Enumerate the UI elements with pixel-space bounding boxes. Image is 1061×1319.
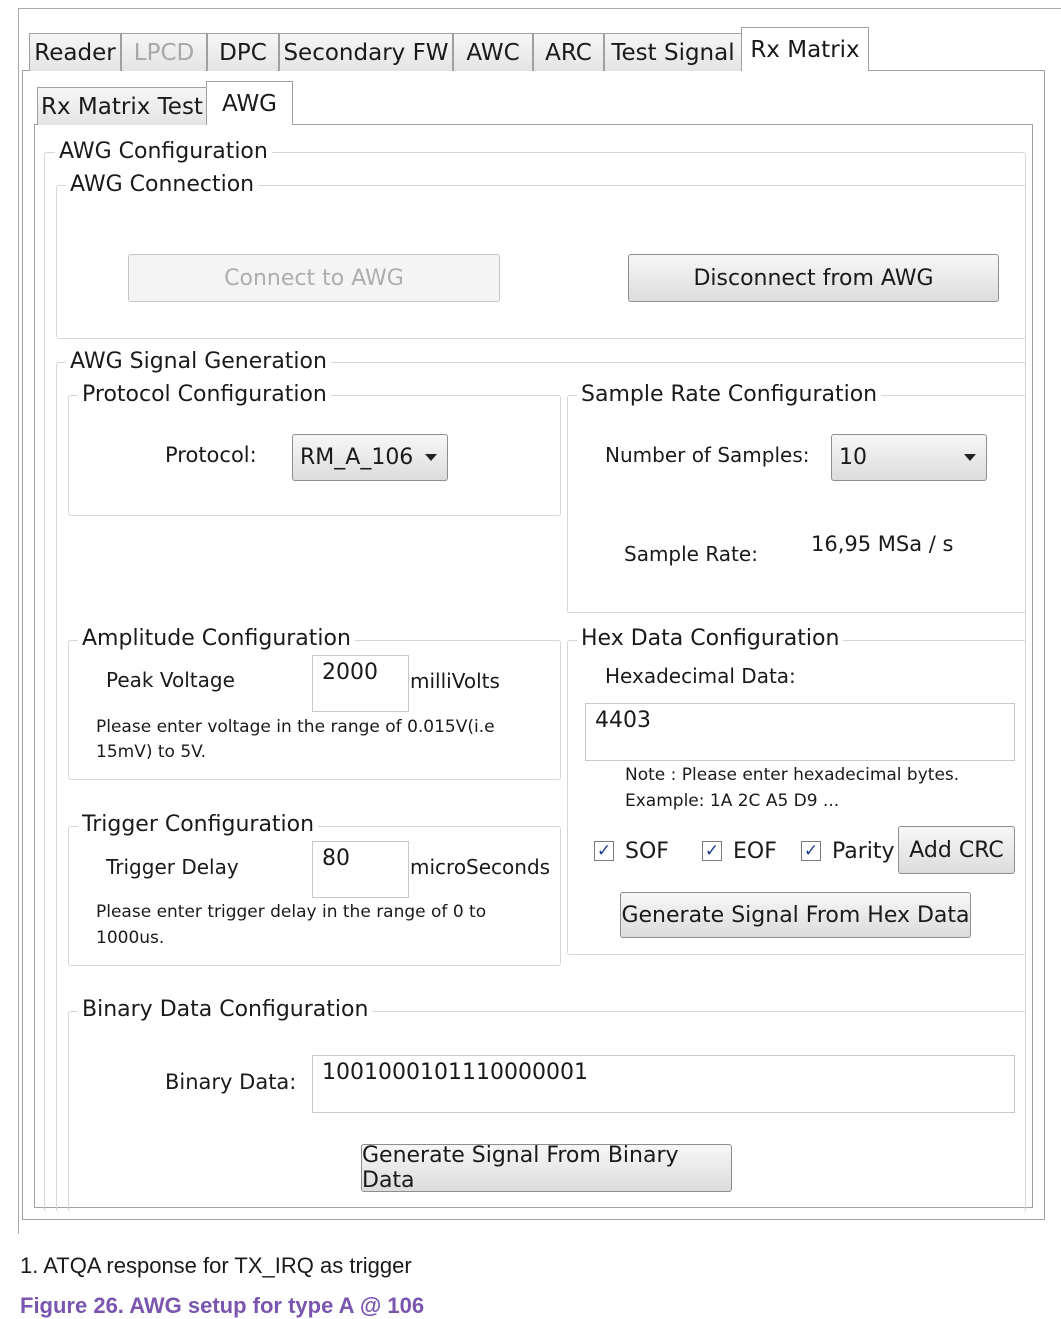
eof-checkbox[interactable]: ✓ (702, 841, 722, 861)
awg-signal-generation-title: AWG Signal Generation (66, 349, 331, 374)
tab-lpcd: LPCD (121, 33, 207, 71)
trigger-configuration-title: Trigger Configuration (78, 812, 319, 837)
eof-label: EOF (733, 839, 777, 864)
peak-voltage-hint-line2: 15mV) to 5V. (96, 742, 206, 762)
trigger-delay-input[interactable]: 80 (312, 841, 409, 898)
hex-data-configuration-title: Hex Data Configuration (577, 626, 844, 651)
generate-binary-signal-button[interactable]: Generate Signal From Binary Data (361, 1143, 732, 1193)
tab-awc[interactable]: AWC (453, 33, 533, 71)
hexadecimal-data-input[interactable]: 4403 (585, 703, 1015, 761)
hexadecimal-data-label: Hexadecimal Data: (605, 664, 796, 688)
hex-note-line2: Example: 1A 2C A5 D9 ... (625, 791, 840, 811)
trigger-delay-hint-line1: Please enter trigger delay in the range … (96, 902, 487, 922)
tab-secondary-fw[interactable]: Secondary FW (279, 33, 453, 71)
number-of-samples-select[interactable]: 10 (831, 434, 987, 481)
amplitude-configuration-title: Amplitude Configuration (78, 626, 355, 651)
binary-data-label: Binary Data: (165, 1070, 297, 1094)
chevron-down-icon (425, 454, 437, 461)
sample-rate-value: 16,95 MSa / s (811, 532, 954, 556)
sample-rate-configuration-title: Sample Rate Configuration (577, 382, 882, 407)
sof-checkbox[interactable]: ✓ (594, 841, 614, 861)
sample-rate-label: Sample Rate: (624, 542, 758, 566)
parity-checkbox[interactable]: ✓ (801, 841, 821, 861)
connect-awg-button[interactable]: Connect to AWG (128, 254, 500, 302)
protocol-select[interactable]: RM_A_106 (292, 434, 448, 481)
sample-rate-configuration-group (567, 395, 1026, 613)
peak-voltage-input[interactable]: 2000 (312, 655, 409, 712)
number-of-samples-label: Number of Samples: (605, 443, 810, 467)
trigger-delay-label: Trigger Delay (106, 855, 239, 879)
peak-voltage-label: Peak Voltage (106, 668, 235, 692)
peak-voltage-hint-line1: Please enter voltage in the range of 0.0… (96, 717, 495, 737)
binary-data-configuration-title: Binary Data Configuration (78, 997, 373, 1022)
trigger-delay-hint-line2: 1000us. (96, 928, 165, 948)
sof-label: SOF (625, 839, 669, 864)
peak-voltage-unit: milliVolts (410, 669, 500, 693)
awg-connection-title: AWG Connection (66, 172, 259, 197)
protocol-label: Protocol: (165, 443, 257, 467)
tab-arc[interactable]: ARC (533, 33, 604, 71)
footnote: 1. ATQA response for TX_IRQ as trigger (20, 1253, 412, 1278)
chevron-down-icon (964, 454, 976, 461)
binary-data-input[interactable]: 1001000101110000001 (312, 1055, 1015, 1113)
tab-rx-matrix-test[interactable]: Rx Matrix Test (37, 87, 207, 125)
parity-label: Parity (832, 839, 895, 864)
add-crc-button[interactable]: Add CRC (898, 826, 1015, 874)
protocol-select-value: RM_A_106 (300, 445, 414, 470)
tab-reader[interactable]: Reader (29, 33, 121, 71)
disconnect-awg-button[interactable]: Disconnect from AWG (628, 254, 999, 302)
tab-test-signal[interactable]: Test Signal (604, 33, 742, 71)
tab-awg[interactable]: AWG (206, 81, 293, 125)
number-of-samples-value: 10 (839, 445, 867, 470)
trigger-delay-unit: microSeconds (410, 855, 551, 879)
tab-rx-matrix[interactable]: Rx Matrix (741, 27, 869, 71)
protocol-configuration-title: Protocol Configuration (78, 382, 331, 407)
hex-note-line1: Note : Please enter hexadecimal bytes. (625, 765, 960, 785)
awg-configuration-title: AWG Configuration (55, 139, 272, 164)
generate-hex-signal-button[interactable]: Generate Signal From Hex Data (620, 892, 971, 938)
tab-dpc[interactable]: DPC (207, 33, 279, 71)
figure-caption: Figure 26. AWG setup for type A @ 106 (20, 1293, 425, 1318)
